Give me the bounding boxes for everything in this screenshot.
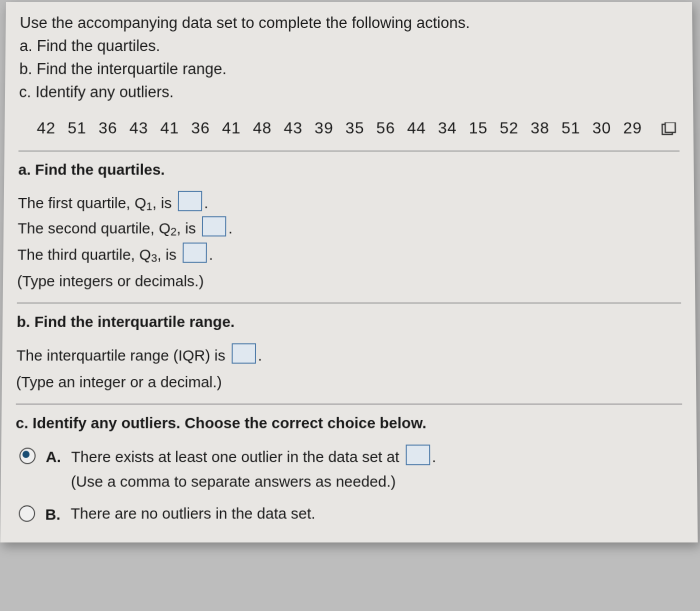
worksheet-page: Use the accompanying data set to complet… — [0, 2, 698, 543]
section-a-header: a. Find the quartiles. — [18, 150, 680, 178]
q2-line: The second quartile, Q2, is . — [18, 217, 681, 243]
radio-b[interactable] — [19, 505, 35, 521]
q3-line: The third quartile, Q3, is . — [17, 243, 680, 269]
q2-input[interactable] — [202, 217, 226, 237]
q3-input[interactable] — [183, 243, 207, 263]
q1-pre: The first quartile, Q — [18, 195, 146, 212]
choice-a-pre: There exists at least one outlier in the… — [71, 449, 403, 466]
q1-period: . — [204, 195, 208, 212]
iqr-period: . — [258, 348, 262, 365]
choice-a-label: A. — [46, 445, 61, 471]
iqr-pre: The interquartile range (IQR) is — [16, 348, 229, 365]
q2-post: , is — [177, 221, 201, 238]
choice-b-row[interactable]: B. There are no outliers in the data set… — [19, 502, 684, 528]
prompt-block: Use the accompanying data set to complet… — [19, 14, 679, 104]
prompt-a: a. Find the quartiles. — [19, 37, 678, 58]
choice-a-hint: (Use a comma to separate answers as need… — [71, 473, 396, 490]
choice-a-post: . — [432, 449, 436, 466]
radio-a[interactable] — [19, 448, 35, 464]
q3-post: , is — [157, 247, 181, 264]
choice-b-label: B. — [45, 502, 60, 528]
q1-line: The first quartile, Q1, is . — [18, 191, 680, 217]
prompt-lead: Use the accompanying data set to complet… — [20, 14, 679, 35]
choice-b-body: There are no outliers in the data set. — [71, 502, 684, 526]
data-values: 42 51 36 43 41 36 41 48 43 39 35 56 44 3… — [37, 120, 642, 137]
section-c-body: A. There exists at least one outlier in … — [15, 445, 684, 528]
outlier-input[interactable] — [405, 445, 429, 466]
section-b-header-text: b. Find the interquartile range. — [17, 314, 235, 331]
section-a-body: The first quartile, Q1, is . The second … — [17, 191, 681, 295]
section-b-hint: (Type an integer or a decimal.) — [16, 370, 682, 396]
section-c-header-text: c. Identify any outliers. Choose the cor… — [16, 415, 427, 432]
q2-period: . — [228, 221, 232, 238]
prompt-c: c. Identify any outliers. — [19, 83, 679, 104]
data-set-row: 42 51 36 43 41 36 41 48 43 39 35 56 44 3… — [37, 120, 680, 138]
q1-post: , is — [152, 195, 176, 212]
section-a-hint: (Type integers or decimals.) — [17, 269, 681, 295]
prompt-b: b. Find the interquartile range. — [19, 60, 679, 81]
choice-a-row[interactable]: A. There exists at least one outlier in … — [19, 445, 683, 494]
copy-icon[interactable] — [661, 122, 677, 136]
choice-a-body: There exists at least one outlier in the… — [71, 445, 683, 494]
iqr-input[interactable] — [232, 344, 256, 364]
q3-period: . — [209, 247, 213, 264]
q1-input[interactable] — [178, 191, 202, 211]
section-a-header-text: a. Find the quartiles. — [18, 161, 165, 178]
section-b-body: The interquartile range (IQR) is . (Type… — [16, 344, 682, 396]
section-b-header: b. Find the interquartile range. — [17, 303, 682, 332]
iqr-line: The interquartile range (IQR) is . — [16, 344, 682, 370]
section-c-header: c. Identify any outliers. Choose the cor… — [16, 404, 683, 433]
q3-pre: The third quartile, Q — [17, 247, 151, 264]
q2-pre: The second quartile, Q — [18, 221, 171, 238]
